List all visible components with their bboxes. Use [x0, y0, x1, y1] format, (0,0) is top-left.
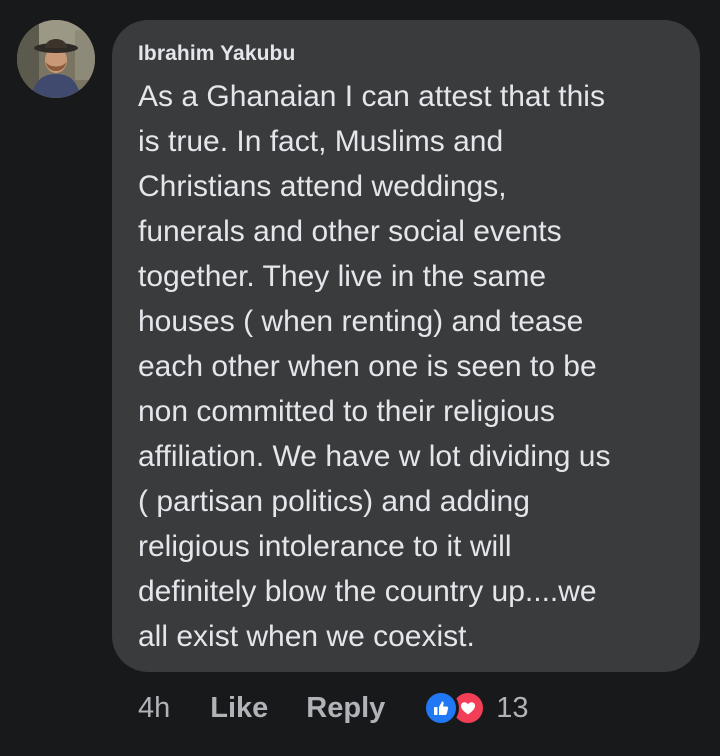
comment-thread: Ibrahim Yakubu As a Ghanaian I can attes…: [0, 0, 720, 756]
comment-line: ( partisan politics) and adding: [138, 485, 530, 518]
comment-line: funerals and other social events: [138, 215, 562, 248]
comment-line: is true. In fact, Muslims and: [138, 125, 504, 158]
comment-bubble: Ibrahim Yakubu As a Ghanaian I can attes…: [112, 20, 700, 672]
comment-line: houses ( when renting) and tease: [138, 305, 584, 338]
comment-line: definitely blow the country up....we: [138, 575, 597, 608]
comment-actions: 4h Like Reply 13: [138, 686, 529, 730]
comment-text: As a Ghanaian I can attest that this is …: [138, 74, 676, 659]
reaction-count: 13: [496, 691, 529, 724]
avatar[interactable]: [17, 20, 95, 98]
like-button[interactable]: Like: [210, 692, 268, 725]
profile-photo: [17, 20, 95, 98]
comment-author[interactable]: Ibrahim Yakubu: [138, 40, 676, 68]
comment-line: affiliation. We have w lot dividing us: [138, 440, 611, 473]
comment-timestamp[interactable]: 4h: [138, 692, 170, 725]
comment-line: religious intolerance to it will: [138, 530, 512, 563]
comment-line: all exist when we coexist.: [138, 620, 475, 653]
like-icon: [423, 690, 460, 726]
reactions-summary[interactable]: 13: [423, 690, 529, 726]
comment-line: each other when one is seen to be: [138, 350, 597, 383]
comment-line: As a Ghanaian I can attest that this: [138, 80, 605, 113]
comment-line: together. They live in the same: [138, 260, 547, 293]
comment-line: Christians attend weddings,: [138, 170, 507, 203]
comment-line: non committed to their religious: [138, 395, 555, 428]
reply-button[interactable]: Reply: [306, 692, 385, 725]
